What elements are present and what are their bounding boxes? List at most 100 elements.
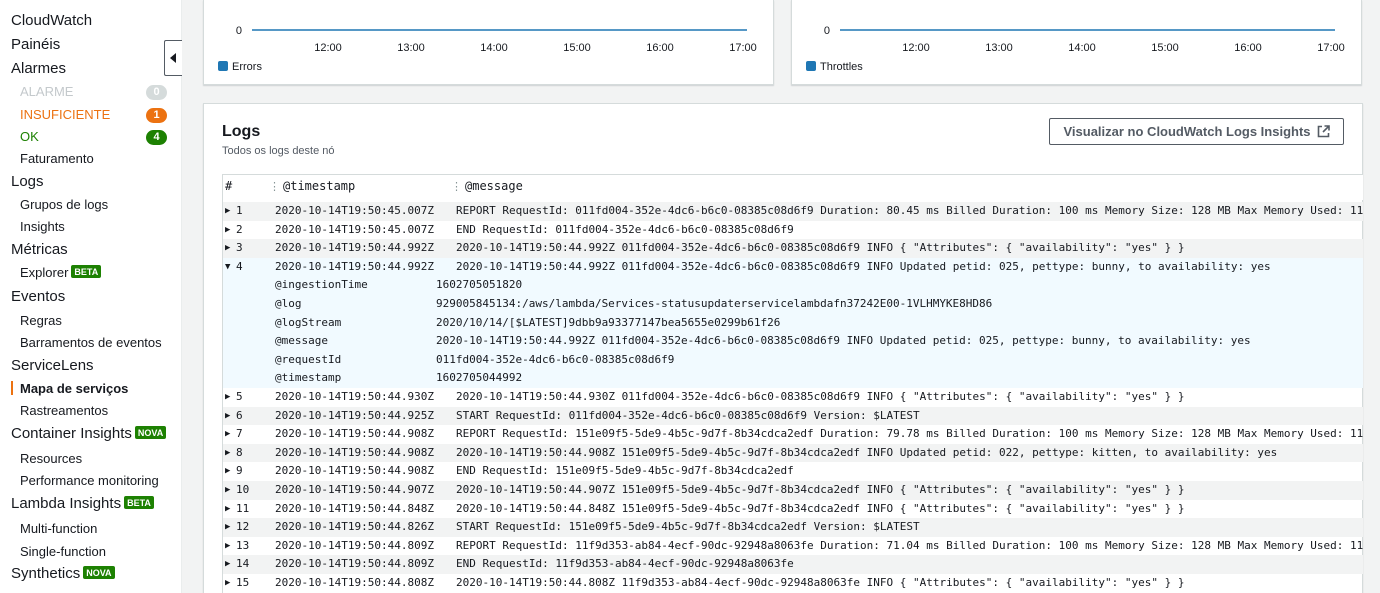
- row-number: 2: [236, 222, 243, 236]
- caret-right-icon[interactable]: ▶: [225, 578, 230, 588]
- view-in-logs-insights-button[interactable]: Visualizar no CloudWatch Logs Insights: [1049, 118, 1344, 145]
- nav-mapa-de-servicos[interactable]: Mapa de serviços: [20, 381, 128, 396]
- x-tick-label: 12:00: [902, 42, 930, 54]
- nav-barramentos[interactable]: Barramentos de eventos: [20, 335, 162, 350]
- detail-field-row: @logStream 2020/10/14/[$LATEST]9dbb9a9337…: [223, 313, 1363, 333]
- row-number: 12: [236, 520, 250, 534]
- x-tick-label: 17:00: [729, 42, 757, 54]
- row-number: 5: [236, 389, 243, 403]
- caret-right-icon[interactable]: ▶: [225, 206, 230, 216]
- active-indicator: [11, 381, 13, 395]
- nav-synthetics[interactable]: Synthetics NOVA: [11, 565, 115, 582]
- chart-legend[interactable]: Throttles: [806, 61, 863, 73]
- x-tick-label: 16:00: [1234, 42, 1262, 54]
- detail-field-value: 1602705051820: [436, 278, 523, 292]
- nav-metricas[interactable]: Métricas: [11, 241, 68, 258]
- detail-field-key: @requestId: [275, 352, 342, 366]
- throttles-chart: 0 12:00 13:00 14:00 15:00 16:00 17:00: [824, 25, 1345, 54]
- alarm-state-label: INSUFICIENTE: [20, 107, 111, 122]
- caret-right-icon[interactable]: ▶: [225, 466, 230, 476]
- table-body: ▶ 1 2020-10-14T19:50:45.007Z REPORT Request…: [223, 202, 1363, 592]
- nav-alarm-state-alarme[interactable]: ALARME: [20, 84, 73, 99]
- nav-servicelens[interactable]: ServiceLens: [11, 357, 94, 374]
- row-message: END RequestId: 151e09f5-5de9-4b5c-9d7f-8…: [456, 464, 794, 478]
- alarm-state-label: ALARME: [20, 84, 74, 99]
- nav-resources[interactable]: Resources: [20, 451, 82, 466]
- nav-insights[interactable]: Insights: [20, 219, 65, 234]
- nav-synthetics-label: Synthetics: [11, 565, 81, 582]
- table-row[interactable]: ▶ 1 2020-10-14T19:50:45.007Z REPORT Request…: [223, 202, 1363, 221]
- caret-down-icon[interactable]: ▼: [225, 262, 230, 272]
- nav-faturamento[interactable]: Faturamento: [20, 151, 94, 166]
- nav-eventos[interactable]: Eventos: [11, 288, 65, 305]
- table-row[interactable]: ▶ 9 2020-10-14T19:50:44.908Z END RequestId:…: [223, 462, 1363, 481]
- table-row[interactable]: ▶ 8 2020-10-14T19:50:44.908Z 2020-10-14T19:…: [223, 443, 1363, 463]
- x-tick-label: 16:00: [646, 42, 674, 54]
- caret-right-icon[interactable]: ▶: [225, 243, 230, 253]
- caret-right-icon[interactable]: ▶: [225, 504, 230, 514]
- caret-right-icon[interactable]: ▶: [225, 225, 230, 235]
- nav-alarmes[interactable]: Alarmes: [11, 60, 66, 77]
- row-number: 13: [236, 538, 250, 552]
- table-row[interactable]: ▶ 10 2020-10-14T19:50:44.907Z 2020-10-14T19…: [223, 480, 1363, 500]
- nav-regras[interactable]: Regras: [20, 313, 62, 328]
- caret-right-icon[interactable]: ▶: [225, 429, 230, 439]
- row-message: 2020-10-14T19:50:44.992Z 011fd004-352e-4…: [456, 259, 1271, 273]
- caret-right-icon[interactable]: ▶: [225, 411, 230, 421]
- row-message: 2020-10-14T19:50:44.930Z 011fd004-352e-4…: [456, 389, 1185, 403]
- column-header-message[interactable]: ⋮ @message: [451, 179, 523, 193]
- caret-right-icon[interactable]: ▶: [225, 485, 230, 495]
- caret-right-icon[interactable]: ▶: [225, 392, 230, 402]
- table-row[interactable]: ▶ 14 2020-10-14T19:50:44.809Z END RequestId…: [223, 555, 1363, 574]
- nav-alarm-state-insuficiente[interactable]: INSUFICIENTE: [20, 107, 110, 122]
- nav-explorer[interactable]: Explorer BETA: [20, 265, 102, 280]
- table-row[interactable]: ▶ 3 2020-10-14T19:50:44.992Z 2020-10-14T19:…: [223, 239, 1363, 258]
- detail-field-value: 2020-10-14T19:50:44.992Z 011fd004-352e-4…: [436, 334, 1251, 348]
- row-message: START RequestId: 151e09f5-5de9-4b5c-9d7f…: [456, 520, 920, 534]
- detail-field-row: @message 2020-10-14T19:50:44.992Z 011fd00…: [223, 332, 1363, 351]
- table-row[interactable]: ▶ 12 2020-10-14T19:50:44.826Z START Request…: [223, 518, 1363, 537]
- nav-container-insights[interactable]: Container Insights NOVA: [11, 425, 167, 442]
- collapse-sidebar-button[interactable]: [164, 40, 182, 76]
- table-row[interactable]: ▶ 11 2020-10-14T19:50:44.848Z 2020-10-14T19…: [223, 500, 1363, 519]
- nav-lambda-insights[interactable]: Lambda Insights BETA: [11, 495, 154, 512]
- caret-right-icon[interactable]: ▶: [225, 522, 230, 532]
- column-header-label: @message: [465, 179, 523, 193]
- chart-legend[interactable]: Errors: [218, 61, 262, 73]
- nav-rastreamentos[interactable]: Rastreamentos: [20, 403, 108, 418]
- row-timestamp: 2020-10-14T19:50:44.809Z: [275, 557, 434, 571]
- logs-panel: Logs Todos os logs deste nó Visualizar n…: [203, 103, 1363, 593]
- nav-cloudwatch[interactable]: CloudWatch: [11, 12, 92, 29]
- detail-field-row: @ingestionTime 1602705051820: [223, 276, 1363, 295]
- table-row[interactable]: ▼ 4 2020-10-14T19:50:44.992Z 2020-10-14T19:…: [223, 257, 1363, 277]
- column-resize-handle-icon[interactable]: ⋮: [269, 180, 280, 193]
- nav-logs[interactable]: Logs: [11, 173, 44, 190]
- nav-performance-monitoring[interactable]: Performance monitoring: [20, 473, 159, 488]
- caret-right-icon[interactable]: ▶: [225, 559, 230, 569]
- table-row[interactable]: ▶ 5 2020-10-14T19:50:44.930Z 2020-10-14T19:…: [223, 388, 1363, 407]
- row-timestamp: 2020-10-14T19:50:44.925Z: [275, 408, 434, 422]
- nav-alarm-state-ok[interactable]: OK: [20, 129, 39, 144]
- caret-right-icon[interactable]: ▶: [225, 541, 230, 551]
- row-message: END RequestId: 011fd004-352e-4dc6-b6c0-0…: [456, 222, 794, 236]
- alarm-count-badge-alarme: 0: [146, 85, 167, 100]
- row-timestamp: 2020-10-14T19:50:44.908Z: [275, 427, 434, 441]
- row-number: 14: [236, 557, 250, 571]
- column-header-timestamp[interactable]: ⋮ @timestamp: [269, 179, 355, 193]
- column-resize-handle-icon[interactable]: ⋮: [451, 180, 462, 193]
- nav-paineis[interactable]: Painéis: [11, 36, 60, 53]
- row-number: 7: [236, 427, 243, 441]
- caret-right-icon[interactable]: ▶: [225, 448, 230, 458]
- column-header-number[interactable]: #: [225, 179, 232, 193]
- table-row[interactable]: ▶ 2 2020-10-14T19:50:45.007Z END RequestId:…: [223, 221, 1363, 240]
- logs-table: # ⋮ @timestamp ⋮ @message ▶ 1 2020-10-14T19:…: [222, 174, 1363, 593]
- table-row[interactable]: ▶ 7 2020-10-14T19:50:44.908Z REPORT Request…: [223, 425, 1363, 444]
- nav-multi-function[interactable]: Multi-function: [20, 521, 97, 536]
- logs-title: Logs: [222, 123, 261, 140]
- table-row[interactable]: ▶ 13 2020-10-14T19:50:44.809Z REPORT Reques…: [223, 537, 1363, 556]
- table-row[interactable]: ▶ 15 2020-10-14T19:50:44.808Z 2020-10-14T19…: [223, 574, 1363, 593]
- table-row[interactable]: ▶ 6 2020-10-14T19:50:44.925Z START RequestI…: [223, 406, 1363, 426]
- row-timestamp: 2020-10-14T19:50:44.826Z: [275, 520, 434, 534]
- nav-grupos-de-logs[interactable]: Grupos de logs: [20, 197, 108, 212]
- nav-single-function[interactable]: Single-function: [20, 544, 106, 559]
